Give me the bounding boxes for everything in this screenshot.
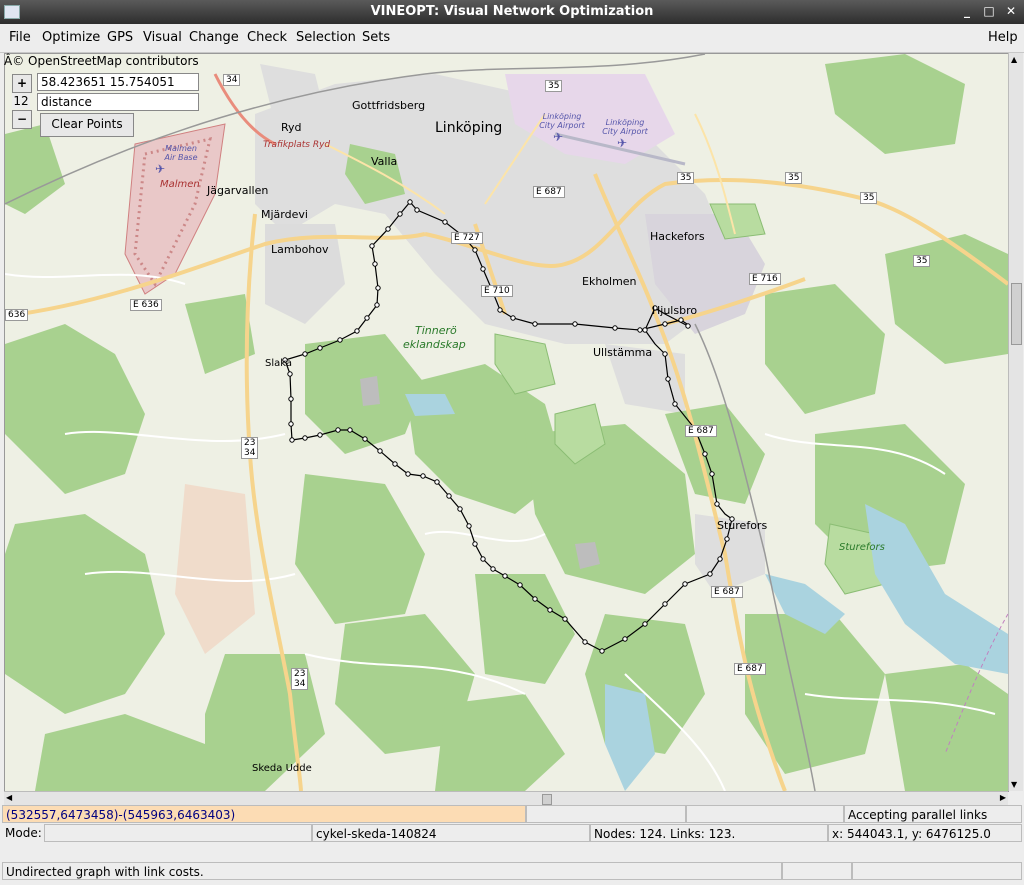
place-label: Tinnerö bbox=[415, 324, 457, 337]
menu-sets[interactable]: Sets bbox=[362, 30, 390, 45]
status-cell bbox=[686, 805, 844, 823]
scroll-thumb[interactable] bbox=[542, 794, 552, 805]
place-label: Ullstämma bbox=[593, 346, 653, 359]
road-shield: E 687 bbox=[711, 586, 743, 598]
road-shield: 34 bbox=[223, 74, 241, 86]
place-label: Hackefors bbox=[650, 230, 705, 243]
scroll-right-icon[interactable]: ▶ bbox=[1000, 793, 1006, 802]
place-label: Valla bbox=[371, 155, 398, 168]
zoom-level: 12 bbox=[12, 93, 30, 109]
road-shield: 23 34 bbox=[241, 437, 259, 459]
scroll-thumb[interactable] bbox=[1011, 283, 1022, 345]
menu-change[interactable]: Change bbox=[189, 30, 239, 45]
close-button[interactable]: ✕ bbox=[1004, 3, 1018, 19]
road-shield: E 687 bbox=[533, 186, 565, 198]
coordinate-input[interactable]: 58.423651 15.754051 bbox=[37, 73, 199, 91]
airport-icon: ✈ bbox=[617, 136, 628, 150]
place-label: eklandskap bbox=[403, 338, 466, 351]
map-canvas[interactable]: 34 35 35 35 35 35 E 636 636 E 687 E 687 … bbox=[4, 53, 1009, 792]
menu-visual[interactable]: Visual bbox=[143, 30, 182, 45]
extent-display: (532557,6473458)-(545963,6463403) bbox=[2, 805, 526, 823]
network-name: cykel-skeda-140824 bbox=[312, 824, 590, 842]
place-label: Mjärdevi bbox=[261, 208, 308, 221]
mode-label: Mode: bbox=[5, 826, 42, 840]
place-label: Lambohov bbox=[271, 243, 329, 256]
scroll-up-icon[interactable]: ▲ bbox=[1011, 55, 1017, 64]
cursor-coordinates: x: 544043.1, y: 6476125.0 bbox=[828, 824, 1022, 842]
road-shield: 35 bbox=[860, 192, 878, 204]
minimize-button[interactable]: _ bbox=[960, 3, 974, 19]
menu-help[interactable]: Help bbox=[988, 30, 1018, 45]
airport-icon: ✈ bbox=[155, 162, 166, 176]
status-cell bbox=[782, 862, 852, 880]
place-label: Malmen bbox=[160, 179, 200, 190]
scroll-down-icon[interactable]: ▼ bbox=[1011, 780, 1017, 789]
title-bar: VINEOPT: Visual Network Optimization _ □… bbox=[0, 0, 1024, 24]
menu-check[interactable]: Check bbox=[247, 30, 287, 45]
place-label: Linköping City Airport bbox=[602, 118, 648, 136]
road-shield: 35 bbox=[913, 255, 931, 267]
zoom-out-button[interactable]: − bbox=[12, 110, 32, 129]
place-label: Jägarvallen bbox=[207, 184, 269, 197]
place-label: Gottfridsberg bbox=[352, 99, 426, 112]
horizontal-scrollbar[interactable]: ◀ ▶ bbox=[4, 791, 1008, 806]
road-shield: 23 34 bbox=[291, 668, 309, 690]
place-label: Slaka bbox=[265, 358, 292, 369]
status-cell bbox=[852, 862, 1022, 880]
place-label: Ekholmen bbox=[582, 275, 637, 288]
maximize-button[interactable]: □ bbox=[982, 3, 996, 19]
clear-points-button[interactable]: Clear Points bbox=[40, 113, 134, 137]
place-label: Trafikplats Ryd bbox=[263, 140, 331, 150]
place-label: Linköping bbox=[435, 120, 503, 136]
road-shield: 636 bbox=[5, 309, 29, 321]
menu-gps[interactable]: GPS bbox=[107, 30, 133, 45]
parallel-links-status: Accepting parallel links bbox=[844, 805, 1022, 823]
window-title: VINEOPT: Visual Network Optimization bbox=[370, 4, 654, 19]
road-shield: E 716 bbox=[749, 273, 781, 285]
place-label: Sturefors bbox=[717, 519, 768, 532]
place-label: Hjulsbro bbox=[652, 304, 698, 317]
menu-file[interactable]: File bbox=[9, 30, 31, 45]
menu-bar: File Optimize GPS Visual Change Check Se… bbox=[0, 24, 1024, 53]
place-label: Skeda Udde bbox=[252, 763, 312, 774]
map-attribution: Â© OpenStreetMap contributors bbox=[4, 54, 199, 68]
place-label: Sturefors bbox=[839, 542, 885, 553]
mode-value bbox=[44, 824, 312, 842]
metric-input[interactable]: distance bbox=[37, 93, 199, 111]
vertical-scrollbar[interactable]: ▲ ▼ bbox=[1008, 53, 1023, 791]
road-shield: E 727 bbox=[451, 232, 483, 244]
place-label: Malmen Air Base bbox=[164, 144, 198, 162]
road-shield: 35 bbox=[785, 172, 803, 184]
menu-optimize[interactable]: Optimize bbox=[42, 30, 100, 45]
road-shield: E 636 bbox=[130, 299, 162, 311]
road-shield: 35 bbox=[677, 172, 695, 184]
place-label: Ryd bbox=[281, 121, 302, 134]
place-label: Linköping City Airport bbox=[539, 112, 585, 130]
status-cell bbox=[526, 805, 686, 823]
road-shield: E 710 bbox=[481, 285, 513, 297]
graph-type-status: Undirected graph with link costs. bbox=[2, 862, 782, 880]
road-shield: E 687 bbox=[734, 663, 766, 675]
node-link-count: Nodes: 124. Links: 123. bbox=[590, 824, 828, 842]
road-shield: 35 bbox=[545, 80, 563, 92]
scroll-left-icon[interactable]: ◀ bbox=[6, 793, 12, 802]
road-shield: E 687 bbox=[685, 425, 717, 437]
zoom-in-button[interactable]: + bbox=[12, 74, 32, 93]
airport-icon: ✈ bbox=[553, 130, 564, 144]
menu-selection[interactable]: Selection bbox=[296, 30, 356, 45]
